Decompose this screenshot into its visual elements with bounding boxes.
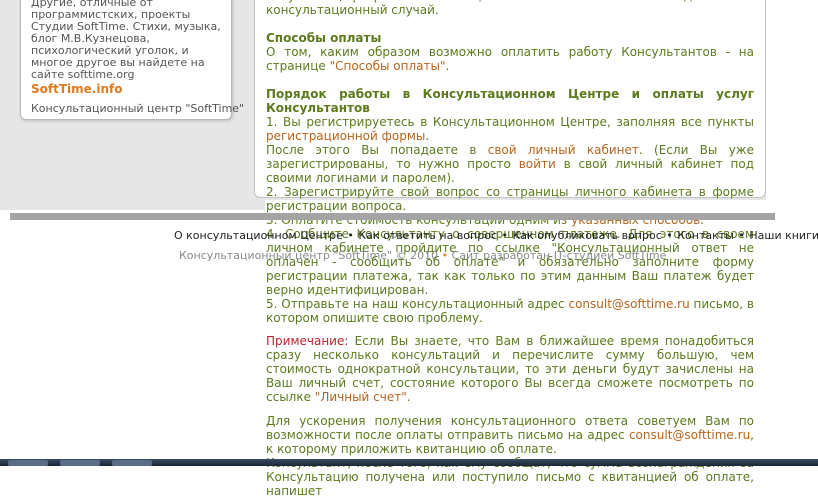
taskbar-item-3[interactable] bbox=[112, 460, 152, 466]
footer-link-contacts[interactable]: Контакты bbox=[677, 229, 734, 242]
footer-link-about[interactable]: О консультационном Центре bbox=[174, 229, 343, 242]
sidebar-description: Другие, отличные от программистских, про… bbox=[31, 0, 221, 81]
footer-link-publish[interactable]: Как опубликовать вопрос bbox=[513, 229, 662, 242]
consult-email-link[interactable]: consult@softtime.ru bbox=[568, 297, 689, 311]
login-link[interactable]: войти bbox=[519, 157, 556, 171]
note-paragraph: Примечание: Если Вы знаете, что Вам в бл… bbox=[266, 334, 754, 404]
registration-form-link[interactable]: регистрационной формы bbox=[266, 129, 425, 143]
footer-link-books[interactable]: Наши книги bbox=[749, 229, 818, 242]
personal-account-link[interactable]: "Личный счет" bbox=[315, 390, 407, 404]
consult-email-link-2[interactable]: consult@softtime.ru bbox=[629, 428, 750, 442]
consult-center-link[interactable]: Консультационный центр "SoftTime" bbox=[31, 102, 244, 115]
personal-cabinet-link[interactable]: свой личный кабинет bbox=[488, 143, 639, 157]
sidebar-projects-box: Другие, отличные от программистских, про… bbox=[20, 0, 244, 120]
footer-nav: О консультационном Центре • Как ответить… bbox=[174, 229, 818, 242]
payment-methods-link[interactable]: "Способы оплаты" bbox=[330, 59, 446, 73]
speed-paragraph: Для ускорения получения консультационног… bbox=[266, 414, 754, 456]
footer-copyright: Консультационный центр "SoftTime" © 2010… bbox=[179, 249, 667, 262]
step-1b: После этого Вы попадаете в свой личный к… bbox=[266, 143, 755, 185]
intro-paragraph: Безусловно, разработка полноценного Web-… bbox=[266, 0, 754, 17]
footer-divider bbox=[10, 213, 775, 220]
softtime-info-link[interactable]: SoftTime.info bbox=[31, 82, 122, 96]
step-2: 2. Зарегистрируйте свой вопрос со страни… bbox=[266, 185, 754, 213]
step-1: 1. Вы регистрируетесь в Консультационном… bbox=[266, 115, 754, 143]
note-label: Примечание: bbox=[266, 334, 349, 348]
studio-link[interactable]: Сайт разработан IT-студией SoftTime bbox=[452, 249, 667, 262]
order-heading: Порядок работы в Консультационном Центре… bbox=[266, 87, 754, 115]
windows-taskbar bbox=[0, 459, 818, 466]
step-5: 5. Отправьте на наш консультационный адр… bbox=[266, 297, 754, 325]
payment-methods-heading: Способы оплаты bbox=[266, 31, 382, 45]
taskbar-item-2[interactable] bbox=[60, 460, 100, 466]
taskbar-item-1[interactable] bbox=[8, 460, 48, 466]
payment-paragraph: О том, каким образом возможно оплатить р… bbox=[266, 45, 754, 73]
footer-link-answer[interactable]: Как ответить на вопрос bbox=[358, 229, 497, 242]
